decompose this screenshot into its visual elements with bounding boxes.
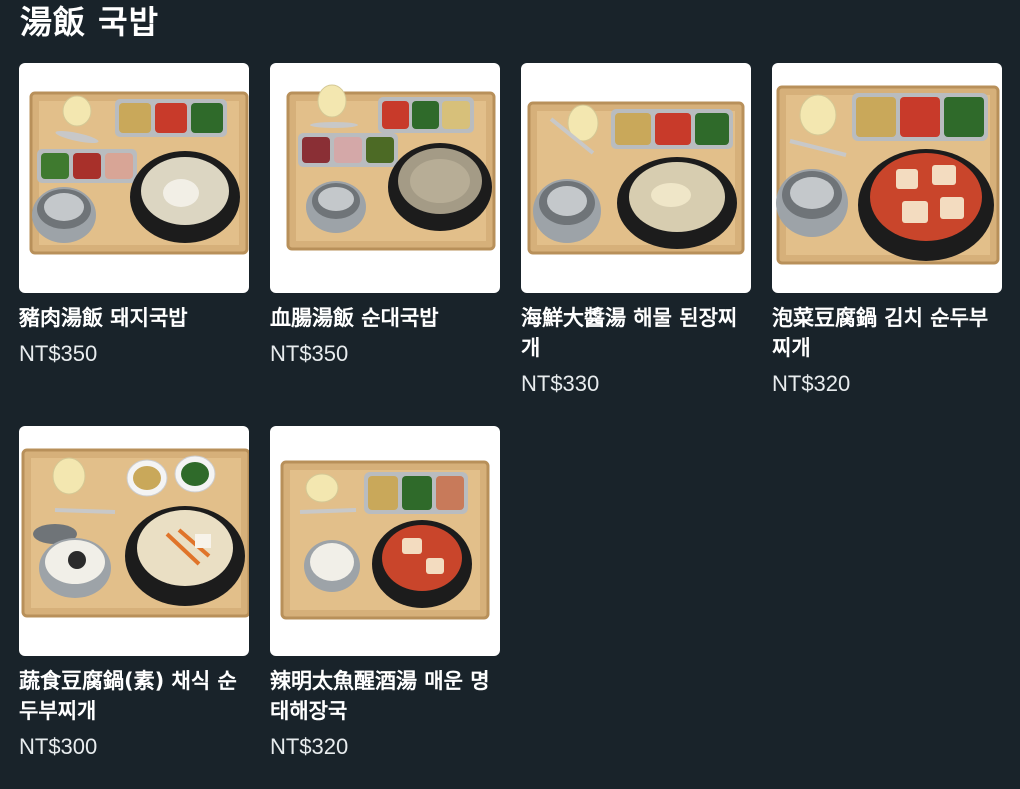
menu-item-card[interactable]: 蔬食豆腐鍋(素) 채식 순두부찌개 NT$300 bbox=[19, 426, 249, 789]
menu-item-price: NT$320 bbox=[772, 371, 851, 396]
menu-item-card[interactable]: 血腸湯飯 순대국밥 NT$350 bbox=[270, 63, 500, 426]
menu-item-name: 豬肉湯飯 돼지국밥 bbox=[19, 306, 188, 330]
menu-item-card[interactable]: 海鮮大醬湯 해물 된장찌개 NT$330 bbox=[521, 63, 751, 426]
menu-item-name: 辣明太魚醒酒湯 매운 명태해장국 bbox=[270, 669, 490, 723]
menu-item-card[interactable]: 豬肉湯飯 돼지국밥 NT$350 bbox=[19, 63, 249, 426]
food-photo[interactable] bbox=[270, 426, 500, 656]
menu-item-name: 血腸湯飯 순대국밥 bbox=[270, 306, 439, 330]
menu-item-price: NT$350 bbox=[19, 341, 98, 366]
menu-item-name: 蔬食豆腐鍋(素) 채식 순두부찌개 bbox=[19, 669, 237, 723]
section-title: 湯飯 국밥 bbox=[20, 3, 160, 41]
food-photo[interactable] bbox=[772, 63, 1002, 293]
food-photo[interactable] bbox=[19, 426, 249, 656]
menu-item-price: NT$330 bbox=[521, 371, 600, 396]
food-photo[interactable] bbox=[270, 63, 500, 293]
menu-page: 湯飯 국밥 豬肉湯飯 돼지국밥 NT$350 血腸湯飯 순대국밥 NT$350 … bbox=[0, 0, 1020, 786]
menu-item-price: NT$320 bbox=[270, 734, 349, 759]
menu-item-price: NT$350 bbox=[270, 341, 349, 366]
menu-item-name: 海鮮大醬湯 해물 된장찌개 bbox=[521, 306, 738, 360]
menu-item-card[interactable]: 辣明太魚醒酒湯 매운 명태해장국 NT$320 bbox=[270, 426, 500, 789]
menu-item-price: NT$300 bbox=[19, 734, 98, 759]
food-photo[interactable] bbox=[521, 63, 751, 293]
menu-item-card[interactable]: 泡菜豆腐鍋 김치 순두부찌개 NT$320 bbox=[772, 63, 1002, 426]
menu-grid: 豬肉湯飯 돼지국밥 NT$350 血腸湯飯 순대국밥 NT$350 海鮮大醬湯 … bbox=[19, 63, 1002, 789]
food-photo[interactable] bbox=[19, 63, 249, 293]
menu-item-name: 泡菜豆腐鍋 김치 순두부찌개 bbox=[772, 306, 989, 360]
